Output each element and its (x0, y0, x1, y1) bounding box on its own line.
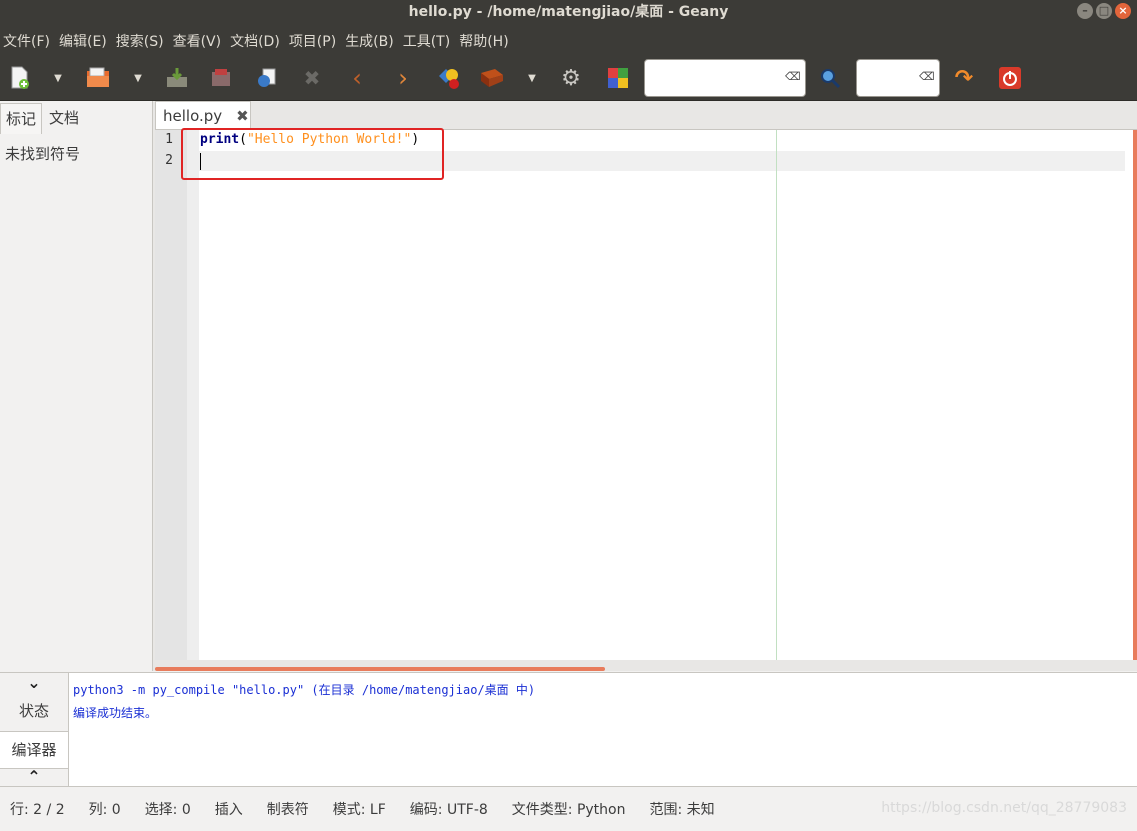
chevron-up-icon[interactable]: ⌃ (0, 767, 68, 787)
message-panel: ⌄ 状态 编译器 ⌃ python3 -m py_compile "hello.… (0, 672, 1137, 786)
message-tabs: ⌄ 状态 编译器 ⌃ (0, 673, 69, 787)
chevron-down-icon[interactable]: ⌄ (0, 673, 68, 693)
editor-area: hello.py ✖ 1 2 print("Hello Python World… (153, 101, 1137, 671)
compiler-output-line: python3 -m py_compile "hello.py" (在目录 /h… (73, 683, 536, 697)
quit-icon[interactable] (996, 64, 1024, 92)
line-number-gutter (155, 130, 187, 660)
tab-close-icon[interactable]: ✖ (236, 107, 249, 125)
menu-project[interactable]: 项目(P) (286, 28, 342, 56)
menu-help[interactable]: 帮助(H) (456, 28, 514, 56)
status-filetype: 文件类型: Python (511, 802, 626, 818)
window-titlebar: hello.py - /home/matengjiao/桌面 - Geany –… (0, 0, 1137, 28)
status-selection: 选择: 0 (144, 802, 191, 818)
sidebar-tab-symbols[interactable]: 标记 (0, 103, 43, 134)
no-symbols-message: 未找到符号 (5, 145, 81, 163)
menu-file[interactable]: 文件(F) (0, 28, 56, 56)
save-all-icon[interactable] (207, 64, 235, 92)
menu-search[interactable]: 搜索(S) (113, 28, 170, 56)
window-title: hello.py - /home/matengjiao/桌面 - Geany (408, 4, 729, 20)
compiler-output-line: 编译成功结束。 (73, 706, 158, 720)
watermark: https://blog.csdn.net/qq_28779083 (881, 800, 1127, 816)
maximize-icon[interactable]: □ (1096, 3, 1112, 19)
clear-search-icon[interactable]: ⌫ (785, 71, 801, 83)
color-chooser-icon[interactable] (604, 64, 632, 92)
menu-document[interactable]: 文档(D) (227, 28, 286, 56)
toolbar: ▼ ▼ ✖ ‹ › ▼ ⚙ ⌫ ⌫ ↷ (0, 56, 1137, 101)
annotation-highlight-box (181, 128, 444, 180)
line-number: 1 (165, 132, 173, 147)
menu-edit[interactable]: 编辑(E) (56, 28, 113, 56)
close-file-icon[interactable]: ✖ (298, 64, 326, 92)
horizontal-scrollbar[interactable] (155, 667, 605, 671)
build-dropdown-icon[interactable]: ▼ (525, 64, 539, 92)
save-icon[interactable] (163, 64, 191, 92)
jump-to-line-icon[interactable]: ↷ (950, 64, 978, 92)
status-encoding: 编码: UTF-8 (409, 802, 488, 818)
open-file-icon[interactable] (84, 64, 112, 92)
new-file-icon[interactable] (6, 64, 34, 92)
status-indent: 制表符 (266, 802, 309, 818)
code-editor[interactable]: 1 2 print("Hello Python World!") (155, 128, 1137, 671)
execute-gears-icon[interactable]: ⚙ (557, 64, 585, 92)
tab-status[interactable]: 状态 (0, 693, 68, 729)
find-icon[interactable] (816, 64, 844, 92)
revert-icon[interactable] (253, 64, 281, 92)
open-file-dropdown-icon[interactable]: ▼ (131, 64, 145, 92)
status-scope: 范围: 未知 (649, 802, 715, 818)
status-line: 行: 2 / 2 (10, 802, 65, 818)
fold-margin (187, 130, 199, 660)
compile-icon[interactable] (435, 64, 463, 92)
menubar: 文件(F) 编辑(E) 搜索(S) 查看(V) 文档(D) 项目(P) 生成(B… (0, 28, 1137, 56)
search-field[interactable]: ⌫ (644, 59, 809, 98)
menu-view[interactable]: 查看(V) (170, 28, 228, 56)
sidebar-tab-documents[interactable]: 文档 (44, 103, 84, 133)
new-file-dropdown-icon[interactable]: ▼ (51, 64, 65, 92)
navigate-back-icon[interactable]: ‹ (343, 64, 371, 92)
document-tab-label: hello.py (163, 107, 223, 125)
vertical-scrollbar[interactable] (1133, 130, 1137, 660)
navigate-forward-icon[interactable]: › (389, 64, 417, 92)
goto-line-field[interactable]: ⌫ (856, 59, 943, 98)
minimize-icon[interactable]: – (1077, 3, 1093, 19)
window-controls: – □ × (1077, 3, 1131, 19)
clear-goto-icon[interactable]: ⌫ (919, 71, 935, 83)
line-number: 2 (165, 153, 173, 168)
sidebar: 标记 文档 未找到符号 (0, 101, 153, 671)
document-tab[interactable]: hello.py ✖ (155, 101, 251, 130)
tab-compiler[interactable]: 编译器 (0, 731, 69, 769)
menu-build[interactable]: 生成(B) (342, 28, 400, 56)
compiler-output[interactable]: python3 -m py_compile "hello.py" (在目录 /h… (68, 673, 1137, 786)
long-line-marker (776, 130, 777, 660)
status-eol: 模式: LF (332, 802, 386, 818)
close-window-icon[interactable]: × (1115, 3, 1131, 19)
build-icon[interactable] (478, 64, 506, 92)
menu-tools[interactable]: 工具(T) (400, 28, 456, 56)
status-insert-mode: 插入 (214, 802, 243, 818)
status-column: 列: 0 (88, 802, 121, 818)
